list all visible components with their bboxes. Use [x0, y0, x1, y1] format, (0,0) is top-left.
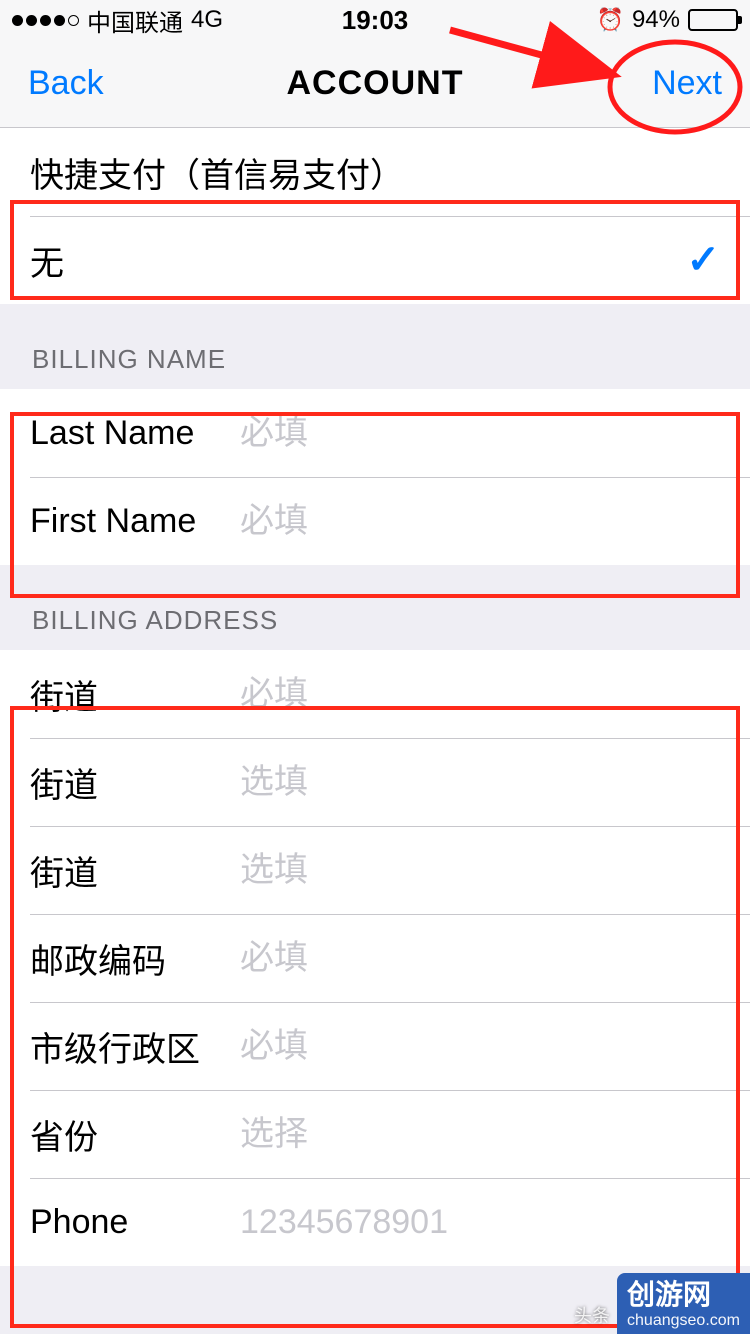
payment-option-label: 快捷支付（首信易支付）	[30, 148, 404, 197]
section-header-billing-address: BILLING ADDRESS	[0, 565, 750, 650]
phone-row[interactable]: Phone	[0, 1178, 750, 1266]
signal-strength-icon	[12, 15, 79, 26]
payment-option-quickpay[interactable]: 快捷支付（首信易支付）	[0, 128, 750, 216]
phone-input[interactable]	[240, 1203, 720, 1242]
first-name-label: First Name	[30, 502, 240, 541]
province-label: 省份	[30, 1110, 240, 1159]
city-input[interactable]	[240, 1027, 720, 1066]
alarm-icon: ⏰	[597, 7, 624, 33]
next-button[interactable]: Next	[652, 64, 722, 103]
last-name-label: Last Name	[30, 414, 240, 453]
province-row[interactable]: 省份	[0, 1090, 750, 1178]
watermark-url: chuangseo.com	[627, 1312, 740, 1330]
payment-option-label: 无	[30, 236, 64, 285]
battery-icon	[688, 9, 738, 31]
billing-name-group: Last Name First Name	[0, 389, 750, 565]
billing-address-group: 街道 街道 街道 邮政编码 市级行政区 省份 Phone	[0, 650, 750, 1266]
back-button[interactable]: Back	[28, 64, 104, 103]
postal-input[interactable]	[240, 939, 720, 978]
payment-method-group: 快捷支付（首信易支付） 无 ✓	[0, 128, 750, 304]
last-name-input[interactable]	[240, 414, 720, 453]
last-name-row[interactable]: Last Name	[0, 389, 750, 477]
street2-input[interactable]	[240, 763, 720, 802]
clock-label: 19:03	[342, 5, 409, 36]
street3-input[interactable]	[240, 851, 720, 890]
street2-label: 街道	[30, 758, 240, 807]
payment-option-none[interactable]: 无 ✓	[0, 216, 750, 304]
network-label: 4G	[191, 6, 223, 34]
province-input[interactable]	[240, 1115, 720, 1154]
battery-percent-label: 94%	[632, 6, 680, 34]
status-left: 中国联通 4G	[12, 3, 223, 38]
postal-row[interactable]: 邮政编码	[0, 914, 750, 1002]
first-name-row[interactable]: First Name	[0, 477, 750, 565]
street1-label: 街道	[30, 670, 240, 719]
street2-row[interactable]: 街道	[0, 738, 750, 826]
carrier-label: 中国联通	[87, 3, 183, 38]
street1-row[interactable]: 街道	[0, 650, 750, 738]
postal-label: 邮政编码	[30, 934, 240, 983]
checkmark-icon: ✓	[686, 237, 720, 283]
status-right: ⏰ 94%	[597, 6, 738, 34]
page-title: ACCOUNT	[287, 64, 464, 103]
first-name-input[interactable]	[240, 502, 720, 541]
city-label: 市级行政区	[30, 1022, 240, 1071]
street1-input[interactable]	[240, 675, 720, 714]
phone-label: Phone	[30, 1203, 240, 1242]
navigation-bar: Back ACCOUNT Next	[0, 40, 750, 128]
toutiao-watermark: 头条	[574, 1302, 610, 1328]
street3-label: 街道	[30, 846, 240, 895]
city-row[interactable]: 市级行政区	[0, 1002, 750, 1090]
watermark-title: 创游网	[627, 1279, 740, 1311]
section-header-billing-name: BILLING NAME	[0, 304, 750, 389]
site-watermark: 创游网 chuangseo.com	[617, 1273, 750, 1334]
street3-row[interactable]: 街道	[0, 826, 750, 914]
status-bar: 中国联通 4G 19:03 ⏰ 94%	[0, 0, 750, 40]
